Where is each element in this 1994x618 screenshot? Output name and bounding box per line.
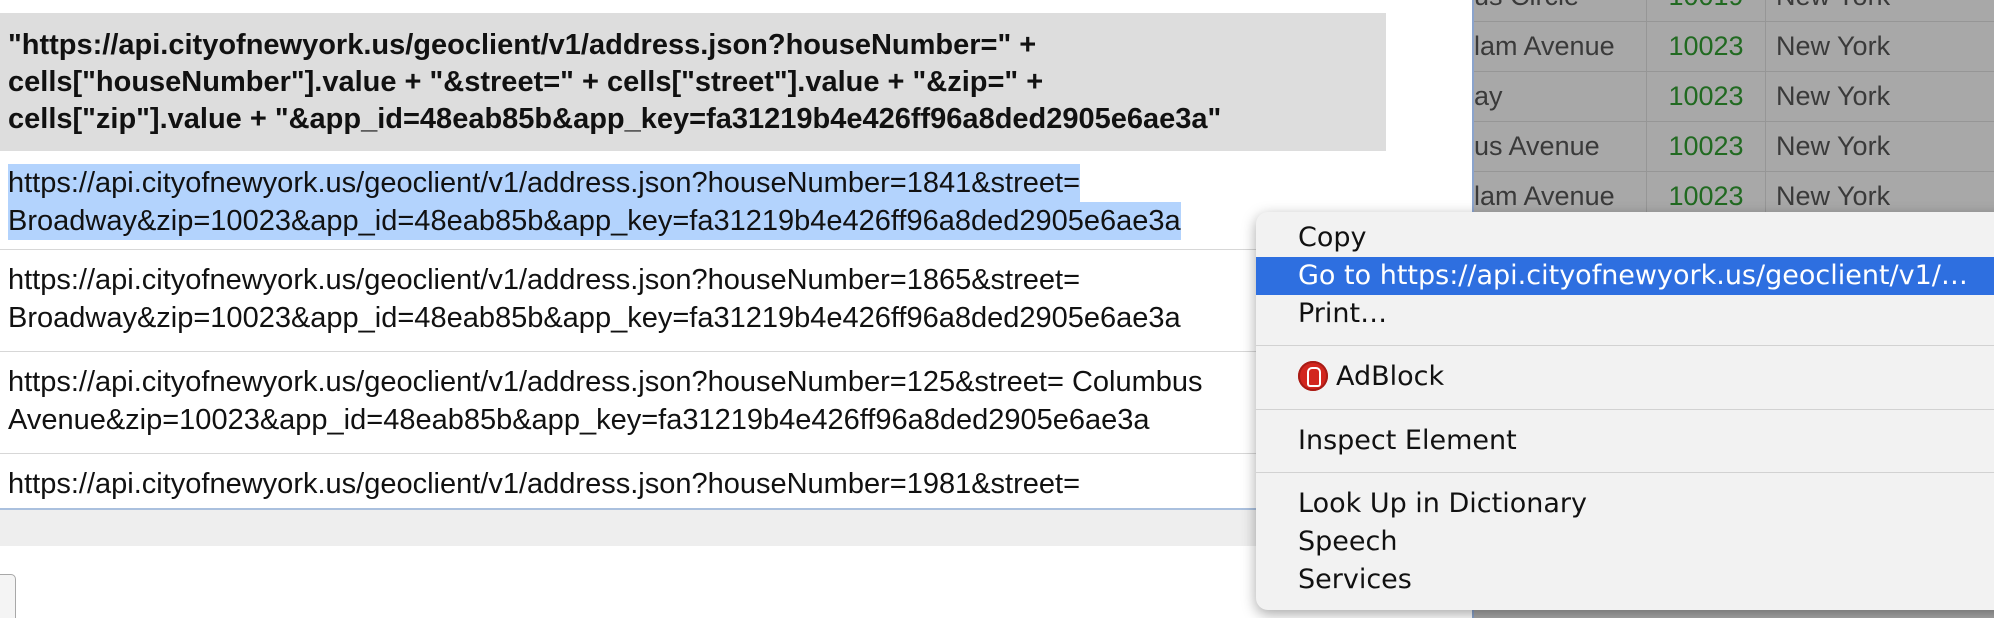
preview-row-line: Avenue&zip=10023&app_id=48eab85b&app_key…: [8, 404, 1150, 436]
preview-row-line: https://api.cityofnewyork.us/geoclient/v…: [8, 164, 1081, 202]
preview-list[interactable]: https://api.cityofnewyork.us/geoclient/v…: [0, 160, 1386, 510]
preview-row[interactable]: https://api.cityofnewyork.us/geoclient/v…: [0, 251, 1386, 352]
menu-item-label: Look Up in Dictionary: [1298, 488, 1587, 519]
adblock-icon: [1298, 360, 1328, 391]
menu-item-label: Print…: [1298, 298, 1388, 329]
grid-cell-city: New York: [1776, 0, 1890, 21]
grid-cell-city: New York: [1776, 31, 1891, 61]
expression-input[interactable]: "https://api.cityofnewyork.us/geoclient/…: [0, 13, 1386, 151]
menu-separator: [1256, 409, 1994, 410]
context-menu: Copy Go to https://api.cityofnewyork.us/…: [1256, 212, 1994, 610]
grid-cell-city: New York: [1776, 131, 1891, 161]
preview-row[interactable]: https://api.cityofnewyork.us/geoclient/v…: [0, 353, 1386, 454]
grid-cell-zip: 10023: [1646, 122, 1766, 171]
grid-row[interactable]: lam Avenue 10023 New York: [1474, 22, 1994, 72]
menu-item-inspect-element[interactable]: Inspect Element: [1256, 422, 1994, 460]
grid-cell-zip: 10023: [1646, 72, 1766, 121]
preview-row-selected[interactable]: https://api.cityofnewyork.us/geoclient/v…: [0, 160, 1386, 250]
menu-item-look-up[interactable]: Look Up in Dictionary: [1256, 485, 1994, 523]
grid-cell-city: New York: [1776, 81, 1891, 111]
preview-row-line: https://api.cityofnewyork.us/geoclient/v…: [8, 468, 1081, 500]
menu-item-label: AdBlock: [1336, 361, 1445, 392]
menu-item-copy[interactable]: Copy: [1256, 219, 1994, 257]
menu-item-label: Copy: [1298, 222, 1367, 253]
menu-separator: [1256, 345, 1994, 346]
grid-cell-street: us Avenue: [1474, 131, 1600, 161]
preview-row-line: https://api.cityofnewyork.us/geoclient/v…: [8, 264, 1081, 296]
menu-item-go-to-url[interactable]: Go to https://api.cityofnewyork.us/geocl…: [1256, 257, 1994, 295]
grid-cell-street: lam Avenue: [1474, 31, 1615, 61]
menu-item-print[interactable]: Print…: [1256, 295, 1994, 333]
menu-item-label: Services: [1298, 564, 1412, 595]
dialog-button[interactable]: [0, 574, 16, 618]
preview-row-line: https://api.cityofnewyork.us/geoclient/v…: [8, 366, 1203, 398]
preview-row-line: Broadway&zip=10023&app_id=48eab85b&app_k…: [8, 302, 1181, 334]
grid-cell-street: ay: [1474, 81, 1503, 111]
expression-dialog: "https://api.cityofnewyork.us/geoclient/…: [0, 0, 1472, 618]
menu-item-label: Speech: [1298, 526, 1398, 557]
menu-item-label: Inspect Element: [1298, 425, 1517, 456]
preview-row[interactable]: https://api.cityofnewyork.us/geoclient/v…: [0, 455, 1386, 508]
menu-item-services[interactable]: Services ▸: [1256, 561, 1994, 599]
dialog-footer: [0, 510, 1472, 546]
preview-row-line: Broadway&zip=10023&app_id=48eab85b&app_k…: [8, 202, 1181, 240]
grid-cell-street: us Circle: [1474, 0, 1646, 21]
grid-row[interactable]: us Avenue 10023 New York: [1474, 122, 1994, 172]
grid-row[interactable]: ay 10023 New York: [1474, 72, 1994, 122]
menu-separator: [1256, 472, 1994, 473]
menu-item-label: Go to https://api.cityofnewyork.us/geocl…: [1298, 260, 1968, 291]
grid-cell-zip: 10023: [1646, 22, 1766, 71]
menu-item-adblock[interactable]: AdBlock ▸: [1256, 358, 1994, 396]
menu-item-speech[interactable]: Speech ▸: [1256, 523, 1994, 561]
grid-row[interactable]: us Circle 10019 New York: [1474, 0, 1994, 22]
grid-cell-zip: 10019: [1646, 0, 1766, 21]
